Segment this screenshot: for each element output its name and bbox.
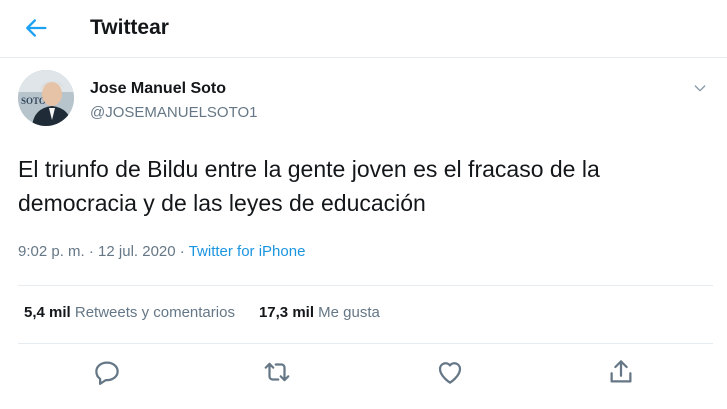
tweet-text: El triunfo de Bildu entre la gente joven… [18,156,600,216]
tweet-source-link[interactable]: Twitter for iPhone [189,243,306,260]
likes-count: 17,3 mil [258,304,314,321]
top-bar: Twittear [0,0,727,58]
retweet-icon[interactable] [262,357,292,387]
avatar-text: SOTO [21,96,46,106]
divider [18,285,713,286]
tweet-stats: 5,4 mil Retweets y comentarios 17,3 mil M… [24,304,380,321]
tweet-time[interactable]: 9:02 p. m. [18,243,85,260]
likes-label: Me gusta [318,304,380,321]
avatar[interactable]: SOTO [18,70,74,126]
meta-separator: · [175,243,189,260]
author-name[interactable]: Jose Manuel Soto [90,80,226,98]
retweets-label: Retweets y comentarios [74,304,235,321]
page-title: Twittear [90,16,169,39]
tweet-date[interactable]: 12 jul. 2020 [98,243,176,260]
action-bar [0,357,727,391]
meta-separator: · [84,243,99,260]
arrow-left-icon[interactable] [22,14,50,42]
retweets-count: 5,4 mil [24,304,71,321]
share-icon[interactable] [606,357,636,387]
divider [18,343,713,344]
retweets-stat[interactable]: 5,4 mil Retweets y comentarios [24,304,235,321]
like-icon[interactable] [435,357,465,387]
likes-stat[interactable]: 17,3 mil Me gusta [259,304,380,321]
author-handle[interactable]: @JOSEMANUELSOTO1 [90,104,258,121]
chevron-down-icon[interactable] [692,80,708,96]
tweet-meta: 9:02 p. m. · 12 jul. 2020 · Twitter for … [18,243,305,260]
reply-icon[interactable] [92,357,122,387]
